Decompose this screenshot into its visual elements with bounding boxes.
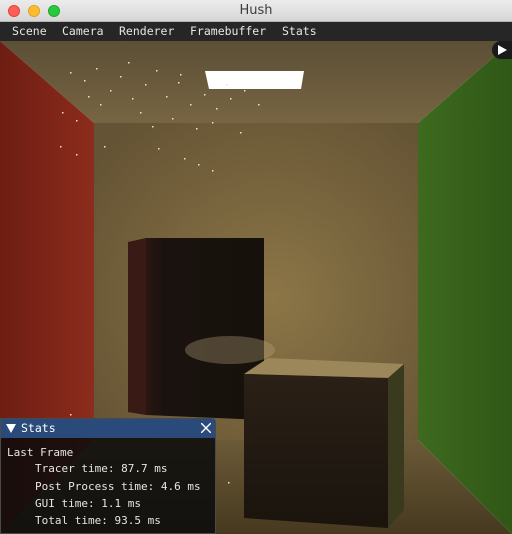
stats-panel[interactable]: Stats Last Frame Tracer time: 87.7 ms Po… xyxy=(0,418,216,534)
last-frame-heading: Last Frame xyxy=(7,446,74,459)
play-triangle-icon xyxy=(498,45,507,55)
stats-panel-title: Stats xyxy=(21,421,56,435)
app-window: Hush Scene Camera Renderer Framebuffer S… xyxy=(0,0,512,534)
menu-camera[interactable]: Camera xyxy=(62,24,104,38)
window-title: Hush xyxy=(239,3,273,18)
tracer-time: Tracer time: 87.7 ms xyxy=(35,462,168,475)
short-box-side xyxy=(388,364,404,528)
caustic-glow xyxy=(185,336,275,364)
tall-box-side xyxy=(128,238,146,415)
collapse-panel-button[interactable] xyxy=(492,41,512,59)
menu-renderer[interactable]: Renderer xyxy=(119,24,174,38)
menu-bar: Scene Camera Renderer Framebuffer Stats xyxy=(0,22,512,41)
menu-scene[interactable]: Scene xyxy=(12,24,47,38)
title-bar[interactable]: Hush xyxy=(0,0,512,22)
gui-time: GUI time: 1.1 ms xyxy=(35,497,141,510)
stats-panel-header[interactable]: Stats xyxy=(1,419,215,438)
post-process-time: Post Process time: 4.6 ms xyxy=(35,480,201,493)
total-time: Total time: 93.5 ms xyxy=(35,514,161,527)
ceiling-light xyxy=(205,71,304,89)
short-box-front xyxy=(244,374,388,528)
close-icon[interactable] xyxy=(201,423,211,433)
menu-stats[interactable]: Stats xyxy=(282,24,317,38)
triangle-down-icon[interactable] xyxy=(6,424,16,433)
menu-framebuffer[interactable]: Framebuffer xyxy=(190,24,266,38)
